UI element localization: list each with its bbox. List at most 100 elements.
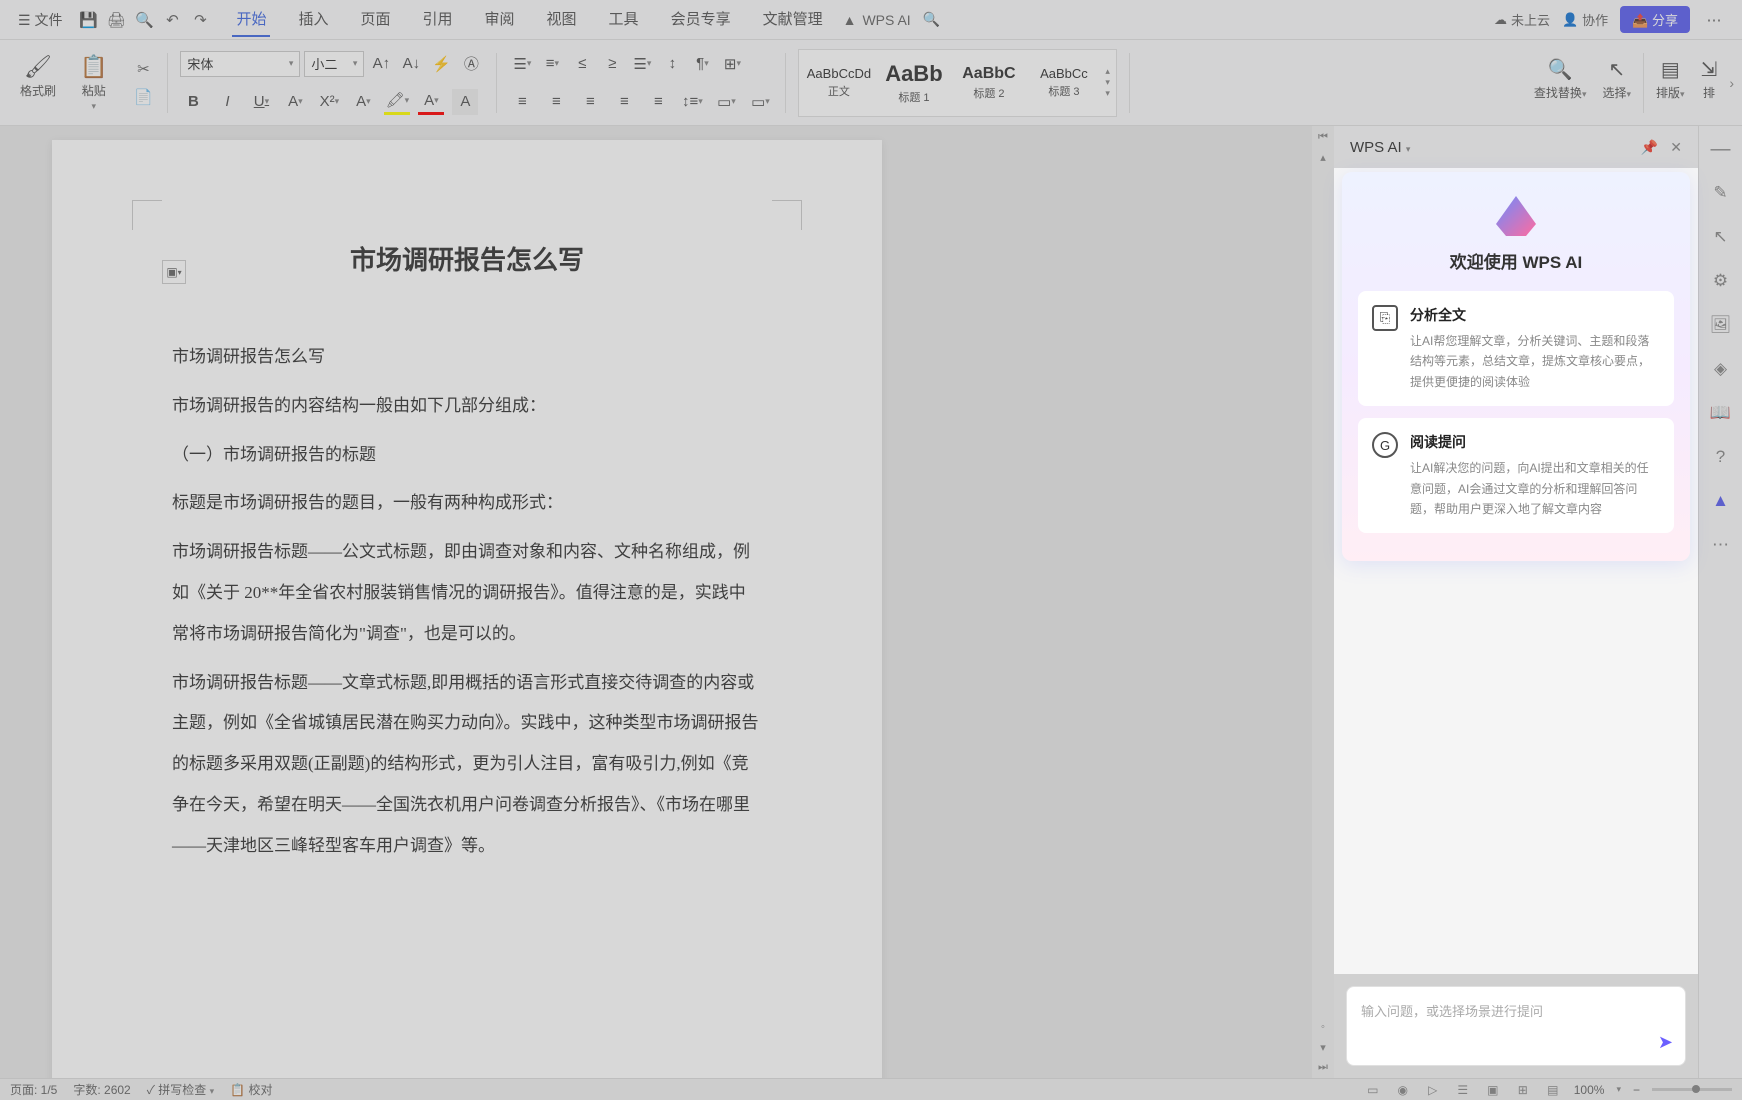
show-marks-button[interactable]: ¶▾: [689, 51, 715, 77]
more-tool-icon[interactable]: ⋯: [1709, 533, 1733, 557]
paragraph[interactable]: （一）市场调研报告的标题: [172, 435, 762, 476]
sort-button[interactable]: ↕: [659, 51, 685, 77]
increase-indent-button[interactable]: ≥: [599, 51, 625, 77]
preview-icon[interactable]: 🔍: [132, 8, 156, 32]
style-normal[interactable]: AaBbCcDd 正文: [801, 52, 876, 114]
view-icon-3[interactable]: ▷: [1424, 1081, 1442, 1099]
more-menu-icon[interactable]: ⋯: [1702, 8, 1726, 32]
page-indicator[interactable]: 页面: 1/5: [10, 1081, 57, 1098]
view-icon-7[interactable]: ▤: [1544, 1081, 1562, 1099]
shape-tool-icon[interactable]: ◈: [1709, 357, 1733, 381]
numbering-button[interactable]: ≡▾: [539, 51, 565, 77]
scroll-bottom-icon[interactable]: ⏭: [1316, 1060, 1330, 1074]
tabs-button[interactable]: ⊞▾: [719, 51, 745, 77]
highlight-button[interactable]: 🖍▾: [384, 89, 410, 115]
shading-button[interactable]: A: [452, 89, 478, 115]
paragraph[interactable]: 市场调研报告标题——文章式标题,即用概括的语言形式直接交待调查的内容或主题，例如…: [172, 663, 762, 867]
strikethrough-button[interactable]: A▾: [282, 89, 308, 115]
layout-button[interactable]: ▤ 排版▾: [1652, 53, 1689, 113]
document-title[interactable]: 市场调研报告怎么写: [172, 240, 762, 277]
paragraph[interactable]: 市场调研报告标题——公文式标题，即由调查对象和内容、文种名称组成，例如《关于 2…: [172, 532, 762, 654]
scroll-up-icon[interactable]: ▴: [1316, 150, 1330, 164]
proof-status[interactable]: 📋 校对: [230, 1081, 272, 1098]
text-effect-button[interactable]: A▾: [350, 89, 376, 115]
view-icon-5[interactable]: ▣: [1484, 1081, 1502, 1099]
find-replace-button[interactable]: 🔍 查找替换▾: [1530, 53, 1591, 113]
italic-button[interactable]: I: [214, 89, 240, 115]
text-direction-button[interactable]: ☰▾: [629, 51, 655, 77]
share-button[interactable]: 📤 分享: [1620, 6, 1690, 33]
font-size-select[interactable]: 小二▾: [304, 51, 364, 77]
view-icon-6[interactable]: ⊞: [1514, 1081, 1532, 1099]
style-heading3[interactable]: AaBbCc 标题 3: [1026, 52, 1101, 114]
layout-end-button[interactable]: ⇲ 排: [1697, 53, 1722, 113]
scroll-down-icon[interactable]: ▾: [1316, 1040, 1330, 1054]
format-brush-button[interactable]: 🖌 格式刷: [12, 50, 64, 116]
ribbon-expand-icon[interactable]: ›: [1729, 75, 1734, 91]
minimize-icon[interactable]: —: [1711, 138, 1731, 161]
style-heading2[interactable]: AaBbC 标题 2: [951, 52, 1026, 114]
pin-icon[interactable]: 📌: [1641, 139, 1658, 156]
cloud-status[interactable]: ☁ 未上云: [1494, 10, 1550, 29]
font-family-select[interactable]: 宋体▾: [180, 51, 300, 77]
word-count[interactable]: 字数: 2602: [73, 1081, 130, 1098]
ai-tool-icon[interactable]: ▲: [1709, 489, 1733, 513]
paragraph[interactable]: 标题是市场调研报告的题目，一般有两种构成形式：: [172, 483, 762, 524]
ai-card-question[interactable]: G 阅读提问 让AI解决您的问题，向AI提出和文章相关的任意问题，AI会通过文章…: [1358, 418, 1674, 533]
copy-icon[interactable]: 📄: [131, 85, 155, 109]
paragraph-shading-button[interactable]: ▭▾: [713, 89, 739, 115]
view-icon-1[interactable]: ▭: [1364, 1081, 1382, 1099]
view-icon-2[interactable]: ◉: [1394, 1081, 1412, 1099]
bullets-button[interactable]: ☰▾: [509, 51, 535, 77]
distribute-button[interactable]: ≡: [645, 89, 671, 115]
zoom-slider[interactable]: [1652, 1088, 1732, 1091]
collab-button[interactable]: 👤 协作: [1562, 10, 1608, 29]
tab-page[interactable]: 页面: [356, 2, 394, 37]
redo-icon[interactable]: ↷: [188, 8, 212, 32]
style-expand[interactable]: ▾: [1105, 88, 1110, 99]
print-icon[interactable]: 🖨: [104, 8, 128, 32]
tab-review[interactable]: 审阅: [481, 2, 519, 37]
align-left-button[interactable]: ≡: [509, 89, 535, 115]
align-right-button[interactable]: ≡: [577, 89, 603, 115]
send-icon[interactable]: ➤: [1658, 1032, 1673, 1053]
settings-tool-icon[interactable]: ⚙: [1709, 269, 1733, 293]
close-icon[interactable]: ✕: [1670, 139, 1682, 156]
paragraph[interactable]: 市场调研报告怎么写: [172, 337, 762, 378]
style-gallery[interactable]: AaBbCcDd 正文 AaBb 标题 1 AaBbC 标题 2 AaBbCc …: [798, 49, 1117, 117]
decrease-indent-button[interactable]: ≤: [569, 51, 595, 77]
style-scroll-down[interactable]: ▾: [1105, 77, 1110, 88]
line-spacing-button[interactable]: ↕≡▾: [679, 89, 705, 115]
ai-input[interactable]: 输入问题，或选择场景进行提问 ➤: [1346, 986, 1686, 1066]
view-icon-4[interactable]: ☰: [1454, 1081, 1472, 1099]
font-color-button[interactable]: A▾: [418, 89, 444, 115]
increase-font-icon[interactable]: A↑: [368, 51, 394, 77]
paste-button[interactable]: 📋 粘贴 ▾: [72, 50, 115, 116]
edit-tool-icon[interactable]: ✎: [1709, 181, 1733, 205]
justify-button[interactable]: ≡: [611, 89, 637, 115]
scroll-top-icon[interactable]: ⏮: [1316, 130, 1330, 144]
wps-ai-menu[interactable]: WPS AI: [862, 12, 910, 28]
ai-card-analyze[interactable]: ⎘ 分析全文 让AI帮您理解文章，分析关键词、主题和段落结构等元素，总结文章，提…: [1358, 291, 1674, 406]
select-tool-icon[interactable]: ↖: [1709, 225, 1733, 249]
image-tool-icon[interactable]: 🖼: [1709, 313, 1733, 337]
align-center-button[interactable]: ≡: [543, 89, 569, 115]
book-tool-icon[interactable]: 📖: [1709, 401, 1733, 425]
help-tool-icon[interactable]: ?: [1709, 445, 1733, 469]
tab-tools[interactable]: 工具: [605, 2, 643, 37]
paragraph[interactable]: 市场调研报告的内容结构一般由如下几部分组成：: [172, 386, 762, 427]
spell-check-status[interactable]: ✓ 拼写检查 ▾: [147, 1081, 214, 1098]
change-case-icon[interactable]: ⚡: [428, 51, 454, 77]
select-button[interactable]: ↖ 选择▾: [1598, 53, 1635, 113]
nav-control[interactable]: ▣ ▾: [162, 260, 186, 284]
zoom-dropdown-icon[interactable]: ▾: [1616, 1084, 1621, 1095]
style-heading1[interactable]: AaBb 标题 1: [876, 52, 951, 114]
tab-reference[interactable]: 引用: [419, 2, 457, 37]
style-scroll-up[interactable]: ▴: [1105, 66, 1110, 77]
tab-start[interactable]: 开始: [232, 2, 270, 37]
borders-button[interactable]: ▭▾: [747, 89, 773, 115]
tab-reference-mgmt[interactable]: 文献管理: [759, 2, 827, 37]
document-page[interactable]: ▣ ▾ 市场调研报告怎么写 市场调研报告怎么写 市场调研报告的内容结构一般由如下…: [52, 140, 882, 1078]
cut-icon[interactable]: ✂: [131, 57, 155, 81]
tab-insert[interactable]: 插入: [294, 2, 332, 37]
